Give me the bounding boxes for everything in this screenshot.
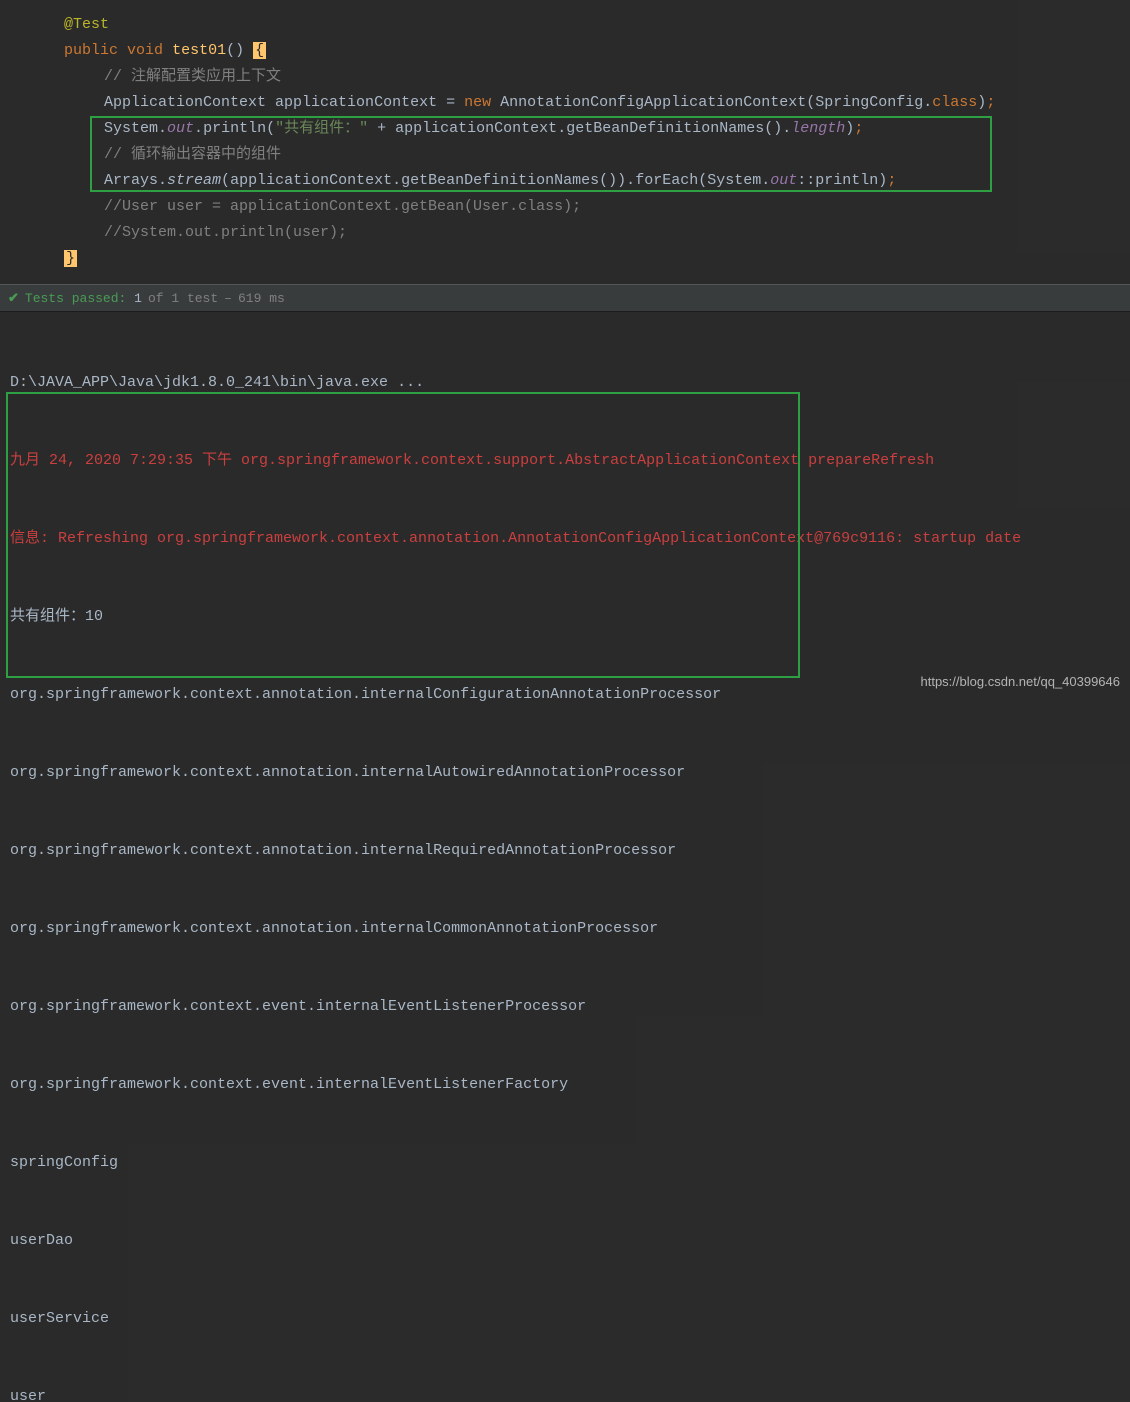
kw-new: new: [464, 94, 491, 111]
comment-line: //System.out.println(user);: [104, 224, 347, 241]
test-duration: 619 ms: [238, 291, 285, 306]
console-output[interactable]: D:\JAVA_APP\Java\jdk1.8.0_241\bin\java.e…: [0, 312, 1130, 1402]
kw-void: void: [127, 42, 163, 59]
tests-total: of 1 test: [148, 291, 218, 306]
console-line: userService: [10, 1306, 1120, 1332]
class-ref: SpringConfig: [815, 94, 923, 111]
kw-class: class: [932, 94, 977, 111]
console-line: org.springframework.context.event.intern…: [10, 994, 1120, 1020]
highlight-rectangle: [90, 116, 992, 192]
test-status-bar: ✔ Tests passed: 1 of 1 test – 619 ms: [0, 284, 1130, 312]
console-line: userDao: [10, 1228, 1120, 1254]
comment-line: //User user = applicationContext.getBean…: [104, 198, 581, 215]
kw-public: public: [64, 42, 118, 59]
type: AnnotationConfigApplicationContext: [500, 94, 806, 111]
tests-passed-count: 1: [134, 291, 142, 306]
annotation: @Test: [64, 16, 109, 33]
comment-line: // 注解配置类应用上下文: [104, 68, 281, 85]
close-brace: }: [64, 250, 77, 267]
watermark: https://blog.csdn.net/qq_40399646: [921, 674, 1121, 689]
console-line: org.springframework.context.annotation.i…: [10, 916, 1120, 942]
code-editor[interactable]: @Test public void test01() { // 注解配置类应用上…: [0, 0, 1130, 284]
console-line: org.springframework.context.event.intern…: [10, 1072, 1120, 1098]
console-line: org.springframework.context.annotation.i…: [10, 760, 1120, 786]
console-line: springConfig: [10, 1150, 1120, 1176]
tests-passed-label: Tests passed:: [25, 291, 126, 306]
console-line: org.springframework.context.annotation.i…: [10, 838, 1120, 864]
method-name: test01: [172, 42, 226, 59]
highlight-rectangle: [6, 392, 800, 678]
console-line: user: [10, 1384, 1120, 1402]
dash: –: [224, 291, 232, 306]
variable: applicationContext: [275, 94, 437, 111]
type: ApplicationContext: [104, 94, 266, 111]
check-icon: ✔: [8, 291, 19, 306]
open-brace: {: [253, 42, 266, 59]
